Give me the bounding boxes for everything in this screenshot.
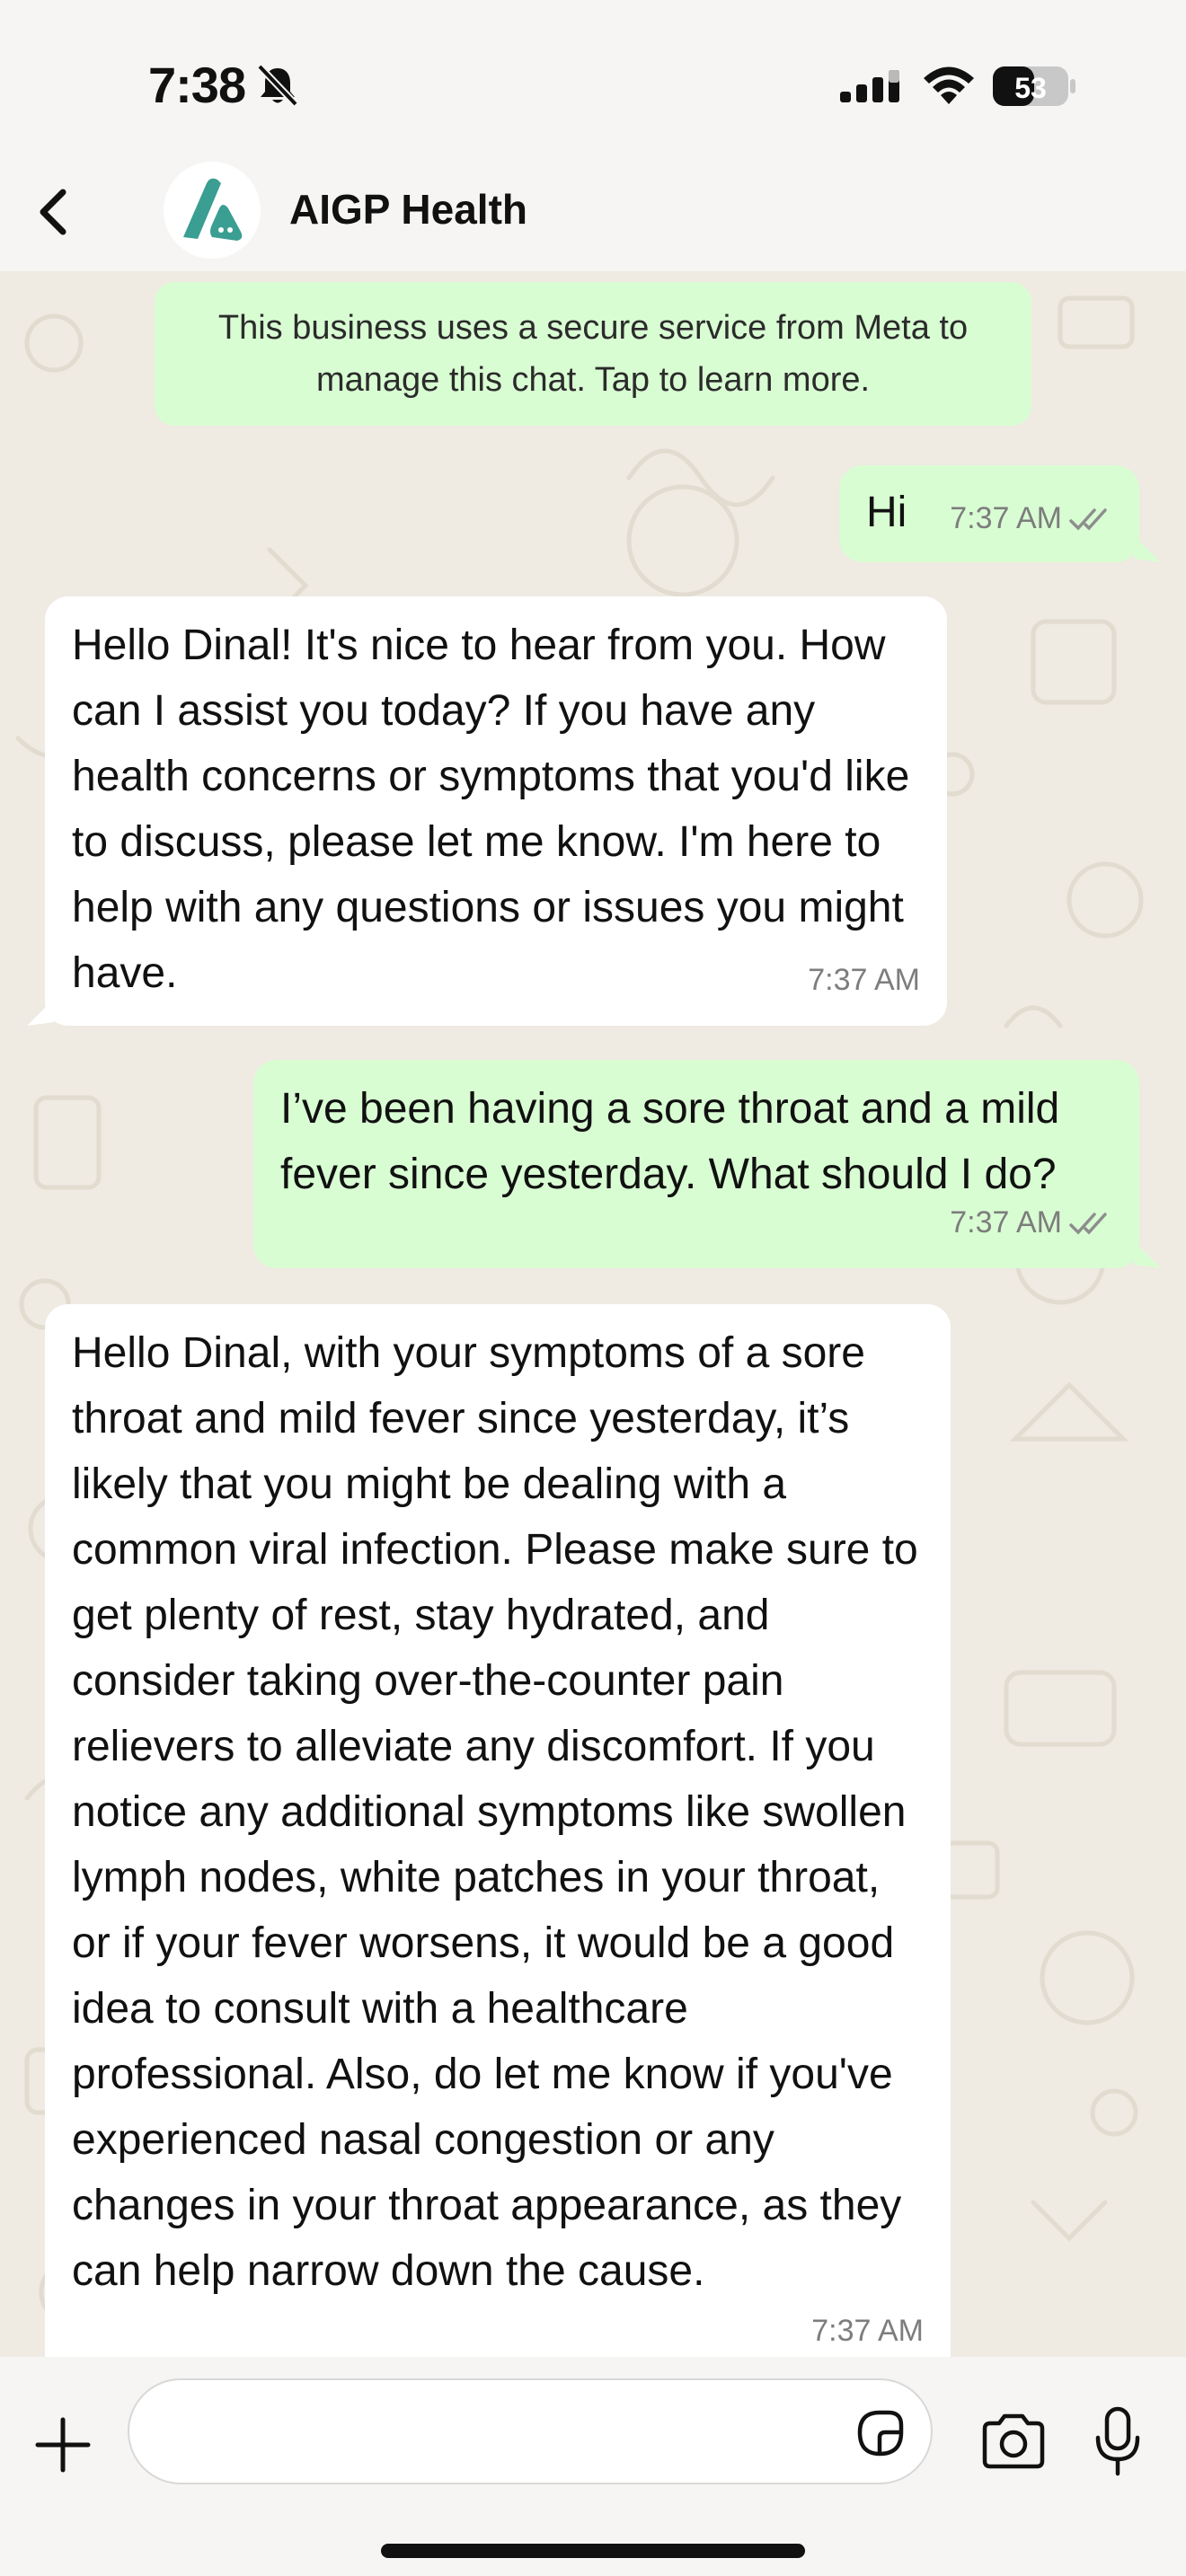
silent-bell-icon — [257, 64, 298, 107]
message-time: 7:37 AM — [808, 963, 920, 997]
message-text: I’ve been having a sore throat and a mil… — [280, 1085, 1060, 1198]
message-meta: 7:37 AM — [811, 2298, 924, 2357]
message-time: 7:37 AM — [950, 1205, 1062, 1239]
double-check-icon — [1069, 1212, 1107, 1235]
outgoing-message[interactable]: I’ve been having a sore throat and a mil… — [253, 1060, 1139, 1268]
aigp-logo-icon — [183, 178, 243, 241]
avatar[interactable] — [164, 162, 261, 259]
chat-header: AIGP Health — [0, 153, 1186, 271]
message-input[interactable] — [128, 2378, 933, 2484]
message-time: 7:37 AM — [811, 2314, 924, 2348]
cellular-signal-icon — [840, 70, 899, 102]
home-indicator[interactable] — [381, 2544, 805, 2558]
plus-icon[interactable] — [34, 2416, 92, 2474]
outgoing-message[interactable]: Hi 7:37 AM — [839, 465, 1139, 562]
encryption-notice[interactable]: This business uses a secure service from… — [155, 282, 1031, 426]
battery-icon: 53 — [993, 66, 1075, 106]
message-meta: 7:37 AM — [950, 1190, 1112, 1256]
wifi-icon — [924, 66, 974, 104]
camera-icon[interactable] — [979, 2411, 1048, 2472]
bubble-tail — [1134, 535, 1161, 562]
back-chevron-icon[interactable] — [27, 180, 81, 244]
status-bar: 7:38 53 — [0, 0, 1186, 153]
encryption-notice-text: This business uses a secure service from… — [217, 309, 969, 399]
incoming-message[interactable]: Hello Dinal, with your symptoms of a sor… — [45, 1304, 951, 2357]
battery-level-text: 53 — [1014, 72, 1047, 104]
microphone-icon[interactable] — [1091, 2405, 1145, 2477]
composer-bar — [0, 2357, 1186, 2576]
status-time: 7:38 — [148, 57, 246, 113]
double-check-icon — [1069, 507, 1107, 531]
incoming-message[interactable]: Hello Dinal! It's nice to hear from you.… — [45, 596, 947, 1026]
message-time: 7:37 AM — [950, 501, 1062, 535]
sticker-icon[interactable] — [853, 2405, 908, 2461]
chat-title[interactable]: AIGP Health — [289, 185, 527, 234]
chat-area[interactable]: This business uses a secure service from… — [0, 271, 1186, 2357]
bubble-tail — [27, 999, 54, 1026]
message-meta: 7:37 AM — [950, 486, 1112, 551]
message-text: Hello Dinal, with your symptoms of a sor… — [72, 1329, 918, 2295]
message-meta: 7:37 AM — [808, 948, 920, 1013]
message-text: Hello Dinal! It's nice to hear from you.… — [72, 622, 910, 997]
bubble-tail — [1134, 1241, 1161, 1268]
